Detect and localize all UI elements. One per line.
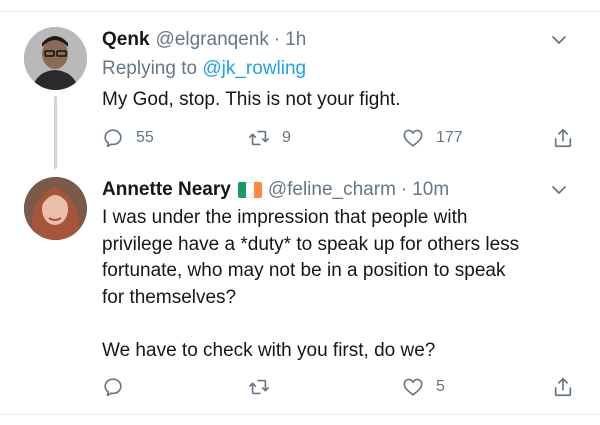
replying-prefix: Replying to bbox=[102, 58, 203, 79]
action-bar: 55 9 177 bbox=[102, 125, 580, 151]
ireland-flag-icon bbox=[237, 182, 262, 198]
tweet-text: My God, stop. This is not your fight. bbox=[102, 89, 401, 110]
user-handle[interactable]: @elgranqenk bbox=[156, 29, 269, 51]
chevron-down-icon[interactable] bbox=[550, 31, 568, 49]
timestamp[interactable]: 1h bbox=[285, 29, 306, 51]
like-icon bbox=[403, 129, 423, 147]
timestamp[interactable]: 10m bbox=[412, 179, 449, 201]
share-icon bbox=[554, 128, 572, 148]
like-count: 177 bbox=[436, 129, 463, 146]
display-name[interactable]: Qenk bbox=[102, 29, 150, 51]
reply-button[interactable]: 55 bbox=[102, 125, 154, 151]
avatar-annette-neary[interactable] bbox=[24, 177, 87, 240]
tweet-qenk[interactable]: Qenk @elgranqenk · 1h Replying to @jk_ro… bbox=[102, 27, 580, 114]
top-divider bbox=[0, 11, 600, 12]
tweet-header: Qenk @elgranqenk · 1h bbox=[102, 27, 580, 53]
display-name[interactable]: Annette Neary bbox=[102, 179, 231, 201]
share-button[interactable] bbox=[552, 374, 574, 400]
mention-link[interactable]: @jk_rowling bbox=[202, 58, 306, 79]
separator: · bbox=[273, 29, 281, 50]
tweet-text: I was under the impression that people w… bbox=[102, 207, 520, 361]
reply-count: 55 bbox=[136, 129, 154, 146]
replying-to: Replying to @jk_rowling bbox=[102, 56, 580, 82]
like-button[interactable]: 5 bbox=[402, 374, 445, 400]
separator: · bbox=[400, 179, 408, 200]
bottom-divider bbox=[0, 414, 600, 415]
thread-line bbox=[54, 96, 57, 169]
share-icon bbox=[554, 377, 572, 397]
reply-button[interactable] bbox=[102, 374, 136, 400]
retweet-count: 9 bbox=[282, 129, 291, 146]
like-button[interactable]: 177 bbox=[402, 125, 463, 151]
retweet-icon bbox=[249, 379, 269, 395]
chevron-down-icon[interactable] bbox=[550, 181, 568, 199]
retweet-icon bbox=[249, 130, 269, 146]
like-icon bbox=[403, 378, 423, 396]
user-handle[interactable]: @feline_charm bbox=[268, 179, 396, 201]
retweet-button[interactable] bbox=[248, 374, 282, 400]
retweet-button[interactable]: 9 bbox=[248, 125, 291, 151]
action-bar: 5 bbox=[102, 374, 580, 400]
reply-icon bbox=[104, 129, 122, 148]
like-count: 5 bbox=[436, 378, 445, 395]
tweet-annette-neary[interactable]: Annette Neary @feline_charm · 10m I was … bbox=[102, 177, 580, 364]
avatar-qenk[interactable] bbox=[24, 27, 87, 90]
share-button[interactable] bbox=[552, 125, 574, 151]
tweet-header: Annette Neary @feline_charm · 10m bbox=[102, 177, 580, 203]
reply-icon bbox=[104, 378, 122, 397]
